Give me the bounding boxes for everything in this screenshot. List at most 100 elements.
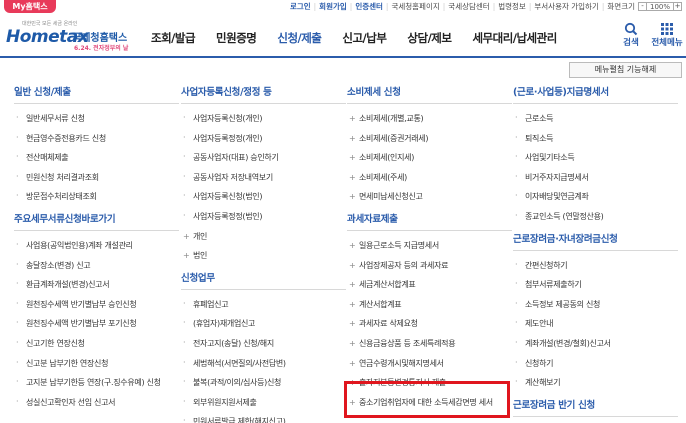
hometax-logo[interactable]: 대한민국 모든 세금 온라인 Hometax 국세청홈택스 6.24. 전자정부… <box>6 18 146 56</box>
menu-link[interactable]: · 근로소득 <box>513 113 678 124</box>
menu-link-label: 휴폐업신고 <box>193 299 229 309</box>
menu-section: 신청업무 · 휴폐업신고 · (휴업자)재개업신고 · 전자고지(송달) 신청/해지 · 세법해… <box>181 270 346 423</box>
menu-link[interactable]: · (휴업자)재개업신고 <box>181 318 346 329</box>
menu-link[interactable]: · 사업자등록신청(개인) <box>181 113 346 124</box>
menu-expand-disable-button[interactable]: 메뉴펼침 기능해제 <box>569 62 682 78</box>
menu-link[interactable]: · 전산매체제출 <box>14 152 179 163</box>
menu-link[interactable]: + 신용금융상품 등 조세특례적용 <box>347 338 512 349</box>
main-menu-item[interactable]: 신청/제출 <box>277 30 322 46</box>
menu-link[interactable]: + 사업장제공자 등의 과세자료 <box>347 260 512 271</box>
menu-link[interactable]: · 이자배당및연금계좌 <box>513 191 678 202</box>
menu-link[interactable]: + 소비제세(인지세) <box>347 152 512 163</box>
menu-link[interactable]: + 소비제세(개별,교통) <box>347 113 512 124</box>
menu-link[interactable]: + 개인 <box>181 231 346 242</box>
menu-link[interactable]: · 신청하기 <box>513 358 678 369</box>
menu-link[interactable]: · 첨부서류제출하기 <box>513 279 678 290</box>
menu-link[interactable]: · 공동사업자(대표) 승인하기 <box>181 152 346 163</box>
menu-link[interactable]: · 휴폐업신고 <box>181 299 346 310</box>
nts-homepage-link[interactable]: 국세청홈페이지 <box>391 1 439 12</box>
menu-link[interactable]: · 환급계좌개설(변경)신고서 <box>14 279 179 290</box>
menu-link-label: 민원신청 처리결과조회 <box>26 172 99 182</box>
search-icon <box>624 22 638 36</box>
dot-bullet-icon: · <box>16 191 19 201</box>
section-title[interactable]: 일반 신청/제출 <box>14 84 179 104</box>
menu-link[interactable]: · 원천징수세액 반기별납부 포기신청 <box>14 318 179 329</box>
section-title[interactable]: 주요세무서류신청바로가기 <box>14 211 179 231</box>
menu-link[interactable]: + 과세자료 삭제요청 <box>347 318 512 329</box>
section-title[interactable]: 과세자료제출 <box>347 211 512 231</box>
menu-link[interactable]: · 간편신청하기 <box>513 260 678 271</box>
consult-center-link[interactable]: 국세상담센터 <box>448 1 489 12</box>
menu-link[interactable]: · 사업자등록정정(법인) <box>181 211 346 222</box>
menu-link[interactable]: · 사업용(공익법인용)계좌 개설관리 <box>14 240 179 251</box>
menu-link[interactable]: · 사업및기타소득 <box>513 152 678 163</box>
cert-center-link[interactable]: 인증센터 <box>355 1 383 12</box>
menu-link[interactable]: + 법인 <box>181 250 346 261</box>
dot-bullet-icon: · <box>183 416 186 423</box>
section-title[interactable]: 소비제세 신청 <box>347 84 512 104</box>
menu-link[interactable]: + 소비제세(주세) <box>347 172 512 183</box>
main-menu-item[interactable]: 신고/납부 <box>342 30 387 46</box>
menu-link[interactable]: · 신고기한 연장신청 <box>14 338 179 349</box>
dot-bullet-icon: · <box>16 337 19 347</box>
main-menu-item[interactable]: 상담/제보 <box>407 30 452 46</box>
menu-link[interactable]: · 비거주자지급명세서 <box>513 172 678 183</box>
menu-link[interactable]: · 사업자등록정정(개인) <box>181 133 346 144</box>
search-label: 검색 <box>623 38 639 48</box>
plus-bullet-icon: + <box>349 358 356 368</box>
menu-link[interactable]: + 연금수령개시및해지명세서 <box>347 358 512 369</box>
menu-link[interactable]: · 성실신고확인자 선임 신고서 <box>14 397 179 408</box>
section-title[interactable]: 사업자등록신청/정정 등 <box>181 84 346 104</box>
menu-link[interactable]: + 소비제세(증권거래세) <box>347 133 512 144</box>
menu-link[interactable]: · 방문접수처리상태조회 <box>14 191 179 202</box>
menu-link-label: 소비제세(증권거래세) <box>359 133 429 143</box>
menu-link[interactable]: + 일용근로소득 지급명세서 <box>347 240 512 251</box>
zoom-in-button[interactable]: + <box>673 2 682 11</box>
zoom-out-button[interactable]: - <box>638 2 647 11</box>
law-info-link[interactable]: 법령정보 <box>498 1 526 12</box>
menu-link-label: 일반세무서류 신청 <box>26 114 85 123</box>
section-title[interactable]: 근로장려금 반기 신청 <box>513 397 678 417</box>
menu-link[interactable]: + 세금계산서합계표 <box>347 279 512 290</box>
menu-link-label: 세금계산서합계표 <box>359 280 416 290</box>
all-menu-button[interactable]: 전체메뉴 <box>648 22 686 48</box>
dept-user-signup-link[interactable]: 부서사용자 가입하기 <box>534 1 598 12</box>
menu-link[interactable]: · 송달장소(변경) 신고 <box>14 260 179 271</box>
menu-link[interactable]: · 제도안내 <box>513 318 678 329</box>
signup-link[interactable]: 회원가입 <box>319 1 347 12</box>
main-menu-item[interactable]: 조회/발급 <box>151 30 196 46</box>
logo-korean-name: 국세청홈택스 <box>72 33 128 44</box>
menu-link[interactable]: · 일반세무서류 신청 <box>14 113 179 124</box>
menu-link-label: 법인 <box>193 251 208 261</box>
menu-link[interactable]: · 신고분 납부기한 연장신청 <box>14 358 179 369</box>
section-title[interactable]: 근로장려금·자녀장려금신청 <box>513 231 678 251</box>
menu-link[interactable]: · 세법해석(서면질의/사전답변) <box>181 358 346 369</box>
search-button[interactable]: 검색 <box>616 22 646 48</box>
menu-link[interactable]: · 공동사업자 저장내역보기 <box>181 172 346 183</box>
menu-link[interactable]: · 종교인소득 (연말정산용) <box>513 211 678 222</box>
dot-bullet-icon: · <box>183 113 186 122</box>
menu-link[interactable]: · 민원서류발급 제한(해지신고) <box>181 416 346 423</box>
main-menu-item[interactable]: 민원증명 <box>216 30 257 46</box>
menu-link[interactable]: · 소득정보 제공동의 신청 <box>513 299 678 310</box>
menu-link[interactable]: · 현금영수증전용카드 신청 <box>14 133 179 144</box>
menu-link[interactable]: + 계산서합계표 <box>347 299 512 310</box>
section-title[interactable]: (근로·사업등)지급명세서 <box>513 84 678 104</box>
menu-link[interactable]: · 원천징수세액 반기별납부 승인신청 <box>14 299 179 310</box>
main-menu-item[interactable]: 세무대리/납세관리 <box>472 30 557 46</box>
login-link[interactable]: 로그인 <box>290 1 311 12</box>
menu-link[interactable]: · 퇴직소득 <box>513 133 678 144</box>
menu-link[interactable]: · 외부위원지원서제출 <box>181 397 346 408</box>
menu-link[interactable]: · 고지분 납부기한등 연장(구.징수유예) 신청 <box>14 377 179 388</box>
menu-link[interactable]: + 면세미납세신청신고 <box>347 191 512 202</box>
menu-link[interactable]: · 전자고지(송달) 신청/해지 <box>181 338 346 349</box>
menu-link[interactable]: · 계산해보기 <box>513 377 678 388</box>
section-title[interactable]: 신청업무 <box>181 270 346 290</box>
menu-link[interactable]: · 계좌개설(변경/철회)신고서 <box>513 338 678 349</box>
menu-link[interactable]: · 사업자등록신청(법인) <box>181 191 346 202</box>
menu-link[interactable]: · 민원신청 처리결과조회 <box>14 172 179 183</box>
menu-link[interactable]: · 불복(과적/이의/심사등)신청 <box>181 377 346 388</box>
my-hometax-tab[interactable]: My홈택스 <box>4 0 56 13</box>
dot-bullet-icon: · <box>183 171 186 181</box>
menu-link-label: 송달장소(변경) 신고 <box>26 260 91 270</box>
